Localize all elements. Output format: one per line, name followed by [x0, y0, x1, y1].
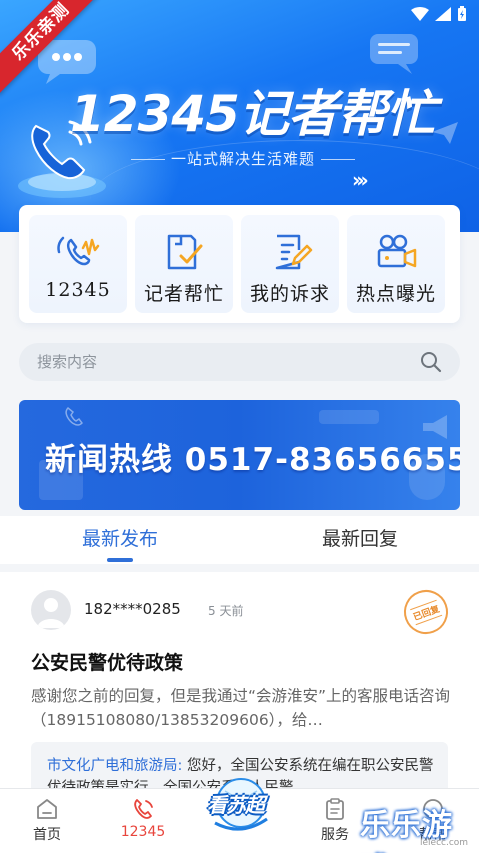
post-time: 5 天前	[208, 604, 244, 618]
post-title: 公安民警优待政策	[31, 652, 184, 674]
clipboard-icon	[326, 798, 344, 820]
tab-latest-replies[interactable]: 最新回复	[300, 524, 420, 551]
post-excerpt: 感谢您之前的回复，但是我通过“会游淮安”上的客服电话咨询（18915108080…	[31, 687, 451, 729]
checklist-icon	[161, 231, 207, 273]
subtitle-line-right	[321, 159, 355, 160]
center-logo-text: 看苏超	[207, 793, 265, 817]
center-logo-button[interactable]: 看苏超	[205, 773, 275, 837]
replied-stamp: 已回复	[397, 583, 455, 641]
status-bar	[411, 6, 467, 22]
phone-outline-icon	[65, 406, 83, 426]
hotline-banner[interactable]: 新闻热线 0517-83656655	[19, 400, 460, 510]
quick-item-label: 12345	[45, 279, 111, 301]
battery-icon	[458, 6, 466, 21]
hero-title: 12345记者帮忙	[70, 85, 436, 143]
video-camera-icon	[373, 231, 419, 273]
banner-decoration	[319, 410, 379, 424]
phone-icon	[134, 799, 153, 819]
stamp-text: 已回复	[410, 599, 442, 625]
feed-tabs: 最新发布 最新回复	[0, 516, 479, 564]
double-chevron-icon[interactable]: ›››	[352, 168, 369, 192]
wifi-icon	[411, 7, 429, 21]
search-icon[interactable]	[420, 351, 442, 373]
hotline-text: 新闻热线 0517-83656655	[45, 442, 460, 478]
watermark-url: lelecc.com	[420, 838, 469, 848]
hero-subtitle-text: 一站式解决生活难题	[170, 150, 315, 168]
subtitle-line-left	[130, 159, 165, 160]
quick-item-12345[interactable]: 12345	[29, 215, 127, 313]
search-bar[interactable]	[19, 343, 460, 381]
quick-item-my-appeals[interactable]: 我的诉求	[241, 215, 339, 313]
feed-list: 182****0285 5 天前 已回复 公安民警优待政策 感谢您之前的回复，但…	[0, 572, 479, 788]
nav-12345[interactable]: 12345	[108, 797, 178, 840]
quick-item-label: 我的诉求	[249, 283, 330, 305]
nav-home[interactable]: 首页	[12, 797, 82, 844]
hero-banner: 12345记者帮忙 一站式解决生活难题 ›››	[0, 0, 479, 232]
nav-label: 服务	[321, 827, 349, 843]
hero-subtitle: 一站式解决生活难题	[118, 148, 368, 169]
signal-icon	[435, 7, 451, 21]
phone-signal-icon	[55, 231, 101, 273]
quick-item-label: 记者帮忙	[143, 283, 224, 305]
quick-item-label: 热点曝光	[355, 283, 436, 305]
quick-item-hot-exposure[interactable]: 热点曝光	[347, 215, 445, 313]
home-icon	[37, 799, 57, 819]
nav-label: 12345	[120, 824, 166, 840]
active-tab-indicator	[107, 558, 133, 562]
avatar	[31, 590, 71, 630]
search-input[interactable]	[37, 353, 397, 371]
reply-department: 市文化广电和旅游局:	[47, 758, 183, 774]
tab-latest-posts[interactable]: 最新发布	[60, 524, 180, 551]
edit-document-icon	[267, 231, 313, 273]
nav-label: 首页	[33, 827, 61, 843]
username: 182****0285	[84, 600, 181, 618]
message-bubble-icon	[370, 34, 418, 74]
quick-item-reporter-help[interactable]: 记者帮忙	[135, 215, 233, 313]
quick-actions-card: 12345 记者帮忙 我的诉求 热点曝光	[19, 205, 460, 323]
